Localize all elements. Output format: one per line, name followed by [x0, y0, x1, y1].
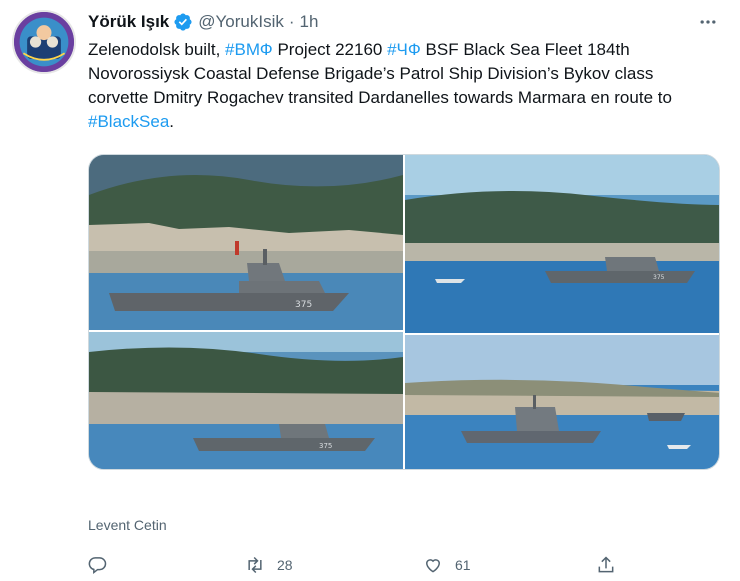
text-segment: Zelenodolsk built, [88, 40, 226, 59]
like-button[interactable]: 61 [423, 553, 471, 577]
photo-1[interactable]: 375 [89, 155, 403, 330]
retweet-count: 28 [277, 557, 293, 573]
hull-number-label: 375 [295, 300, 312, 310]
photo-2[interactable]: 375 [405, 155, 719, 333]
reply-icon [88, 557, 107, 575]
avatar[interactable] [12, 10, 76, 74]
hull-number-label: 375 [653, 274, 665, 281]
timestamp[interactable]: 1h [300, 12, 319, 32]
tweet-text: Zelenodolsk built, #ВМФ Project 22160 #Ч… [88, 38, 718, 134]
reply-button[interactable] [88, 553, 108, 577]
text-segment: . [169, 112, 175, 131]
text-segment: Project 22160 [272, 40, 388, 59]
author-name[interactable]: Yörük Işık [88, 12, 169, 32]
heart-icon [425, 559, 441, 573]
like-count: 61 [455, 557, 471, 573]
photo-3[interactable]: 375 [89, 332, 403, 469]
author-handle[interactable]: @YorukIsik [198, 12, 284, 32]
tweet[interactable]: Yörük Işık @YorukIsik · 1h Zelenodolsk b… [88, 10, 720, 575]
more-options-icon[interactable] [696, 10, 720, 34]
photo-4[interactable] [405, 335, 719, 469]
verified-badge-icon [173, 12, 193, 32]
media-credit[interactable]: Levent Cetin [88, 517, 167, 533]
share-icon [598, 556, 614, 573]
hashtag-link[interactable]: #BlackSea [88, 112, 169, 131]
retweet-button[interactable]: 28 [245, 553, 293, 577]
media-grid: 375 375 375 [88, 154, 720, 470]
hashtag-link[interactable]: #ВМФ [225, 40, 273, 59]
hull-number-label: 375 [319, 442, 332, 450]
share-button[interactable] [596, 553, 616, 577]
avatar-image [14, 12, 74, 72]
hashtag-link[interactable]: #ЧФ [387, 40, 421, 59]
tweet-header: Yörük Işık @YorukIsik · 1h [88, 10, 720, 34]
header-separator: · [288, 12, 295, 31]
retweet-icon [248, 556, 262, 574]
action-bar: 28 61 [88, 553, 720, 577]
